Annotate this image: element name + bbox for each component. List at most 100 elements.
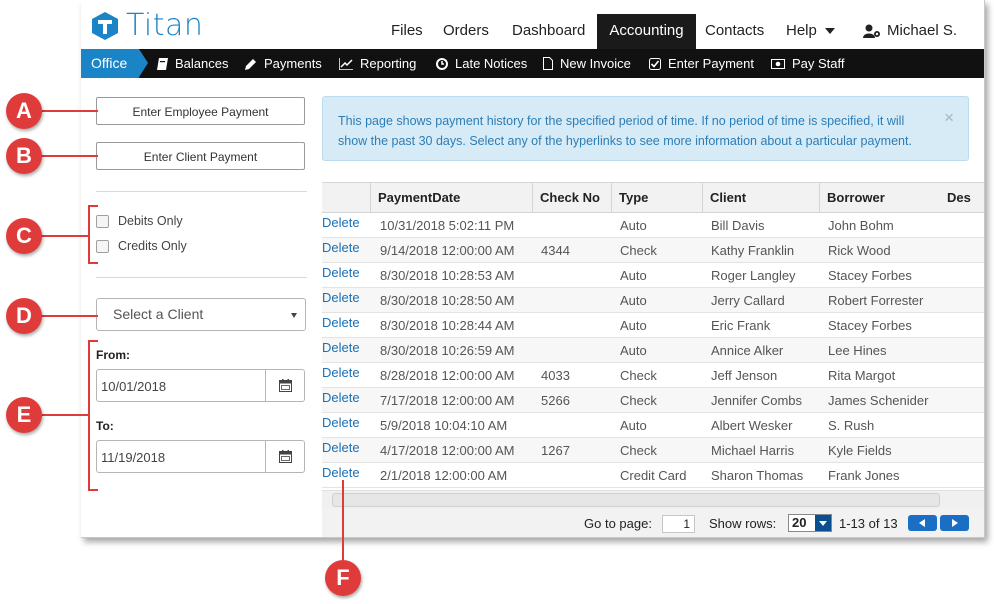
delete-link[interactable]: Delete <box>322 288 360 312</box>
table-row[interactable]: Delete 7/17/2018 12:00:00 AM 5266 Check Jenn… <box>322 388 984 413</box>
callout-line-f <box>342 480 344 565</box>
subnav-new-invoice[interactable]: New Invoice <box>543 49 631 78</box>
callout-line-e <box>40 414 88 416</box>
to-date-field[interactable]: 11/19/2018 <box>96 440 305 473</box>
delete-link[interactable]: Delete <box>322 338 360 362</box>
debits-only-checkbox[interactable]: Debits Only <box>96 214 183 228</box>
table-row[interactable]: Delete 8/30/2018 10:28:53 AM Auto Roger Lan… <box>322 263 984 288</box>
col-borrower[interactable]: Borrower <box>819 183 940 212</box>
nav-files[interactable]: Files <box>381 14 433 49</box>
sub-nav: Office Balances Payments Reporting Late … <box>81 49 984 78</box>
subnav-late-notices[interactable]: Late Notices <box>436 49 527 78</box>
goto-page-input[interactable]: 1 <box>662 515 695 533</box>
prev-page-button[interactable] <box>908 515 937 531</box>
client-select[interactable]: Select a Client <box>96 298 306 331</box>
from-date-value[interactable]: 10/01/2018 <box>101 379 166 394</box>
delete-link[interactable]: Delete <box>322 238 360 262</box>
subnav-enter-payment[interactable]: Enter Payment <box>649 49 754 78</box>
col-check-no[interactable]: Check No <box>532 183 611 212</box>
to-calendar-button[interactable] <box>265 441 304 472</box>
table-row[interactable]: Delete 8/30/2018 10:28:50 AM Auto Jerry Cal… <box>322 288 984 313</box>
nav-orders[interactable]: Orders <box>433 14 499 49</box>
callout-bracket-c-bottom <box>88 262 98 264</box>
calendar-icon <box>278 379 292 392</box>
delete-link[interactable]: Delete <box>322 438 360 462</box>
chart-icon <box>339 57 353 70</box>
goto-page-label: Go to page: <box>584 516 652 531</box>
client-cell: Bill Davis <box>711 218 765 233</box>
close-icon[interactable]: × <box>944 108 954 128</box>
callout-line-b <box>40 155 98 157</box>
to-date-value[interactable]: 11/19/2018 <box>101 450 165 465</box>
main-nav: Files Orders Dashboard Accounting Contac… <box>81 14 984 69</box>
subnav-payments[interactable]: Payments <box>245 49 322 78</box>
grid-header: PaymentDate Check No Type Client Borrowe… <box>322 182 984 213</box>
info-alert-text: This page shows payment history for the … <box>338 114 912 148</box>
table-row[interactable]: Delete 10/31/2018 5:02:11 PM Auto Bill Davi… <box>322 213 984 238</box>
subnav-label: Reporting <box>360 56 417 71</box>
app-window: Titan Files Orders Dashboard Accounting … <box>81 0 985 538</box>
horizontal-scrollbar[interactable] <box>322 490 984 510</box>
divider <box>96 277 307 278</box>
delete-link[interactable]: Delete <box>322 313 360 337</box>
client-cell: Michael Harris <box>711 443 795 458</box>
table-row[interactable]: Delete 9/14/2018 12:00:00 AM 4344 Check Kath… <box>322 238 984 263</box>
callout-c: C <box>6 218 42 254</box>
nav-accounting[interactable]: Accounting <box>597 14 696 49</box>
delete-link[interactable]: Delete <box>322 263 360 287</box>
callout-bracket-e-bottom <box>88 489 98 491</box>
next-page-button[interactable] <box>940 515 969 531</box>
chevron-right-icon <box>952 519 958 527</box>
table-row[interactable]: Delete 8/30/2018 10:26:59 AM Auto Annice Al… <box>322 338 984 363</box>
breadcrumb-office[interactable]: Office <box>81 49 139 78</box>
type-cell: Auto <box>620 293 647 308</box>
payment-date-cell: 8/28/2018 12:00:00 AM <box>380 368 515 383</box>
table-row[interactable]: Delete 5/9/2018 10:04:10 AM Auto Albert Wes… <box>322 413 984 438</box>
chevron-left-icon <box>919 519 925 527</box>
nav-help[interactable]: Help <box>776 14 845 49</box>
enter-employee-payment-button[interactable]: Enter Employee Payment <box>96 97 305 125</box>
delete-link[interactable]: Delete <box>322 213 360 237</box>
checkbox-box[interactable] <box>96 239 109 253</box>
enter-client-payment-button[interactable]: Enter Client Payment <box>96 142 305 170</box>
type-cell: Check <box>620 393 657 408</box>
table-row[interactable]: Delete 4/17/2018 12:00:00 AM 1267 Check Mich… <box>322 438 984 463</box>
delete-link[interactable]: Delete <box>322 388 360 412</box>
file-icon <box>543 57 553 70</box>
from-calendar-button[interactable] <box>265 370 304 401</box>
delete-link[interactable]: Delete <box>322 413 360 437</box>
payment-date-cell: 8/30/2018 10:26:59 AM <box>380 343 515 358</box>
user-menu[interactable]: Michael S. <box>853 14 984 69</box>
payment-date-cell: 7/17/2018 12:00:00 AM <box>380 393 515 408</box>
info-alert: This page shows payment history for the … <box>322 96 969 161</box>
col-payment-date[interactable]: PaymentDate <box>370 183 532 212</box>
borrower-cell: Kyle Fields <box>828 443 892 458</box>
subnav-reporting[interactable]: Reporting <box>339 49 416 78</box>
nav-dashboard[interactable]: Dashboard <box>502 14 595 49</box>
subnav-pay-staff[interactable]: Pay Staff <box>771 49 845 78</box>
col-type[interactable]: Type <box>611 183 702 212</box>
callout-bracket-c <box>88 205 90 264</box>
client-select-value: Select a Client <box>113 306 204 322</box>
checkbox-box[interactable] <box>96 214 109 228</box>
from-date-field[interactable]: 10/01/2018 <box>96 369 305 402</box>
table-row[interactable]: Delete 8/28/2018 12:00:00 AM 4033 Check Jeff… <box>322 363 984 388</box>
subnav-balances[interactable]: Balances <box>157 49 228 78</box>
col-client[interactable]: Client <box>702 183 819 212</box>
type-cell: Auto <box>620 418 647 433</box>
col-description[interactable]: Des <box>940 183 984 212</box>
delete-link[interactable]: Delete <box>322 463 360 487</box>
nav-contacts[interactable]: Contacts <box>695 14 774 49</box>
money-icon <box>771 58 785 69</box>
top-bar: Titan Files Orders Dashboard Accounting … <box>81 0 984 69</box>
credits-only-label: Credits Only <box>118 239 187 253</box>
delete-link[interactable]: Delete <box>322 363 360 387</box>
callout-bracket-e-top <box>88 340 98 342</box>
scrollbar-thumb[interactable] <box>332 493 940 507</box>
credits-only-checkbox[interactable]: Credits Only <box>96 239 187 253</box>
table-row[interactable]: Delete 2/1/2018 12:00:00 AM Credit Card Sha… <box>322 463 984 488</box>
rows-per-page-select[interactable]: 20 <box>788 514 832 532</box>
borrower-cell: Robert Forrester <box>828 293 924 308</box>
client-cell: Roger Langley <box>711 268 796 283</box>
table-row[interactable]: Delete 8/30/2018 10:28:44 AM Auto Eric Fran… <box>322 313 984 338</box>
